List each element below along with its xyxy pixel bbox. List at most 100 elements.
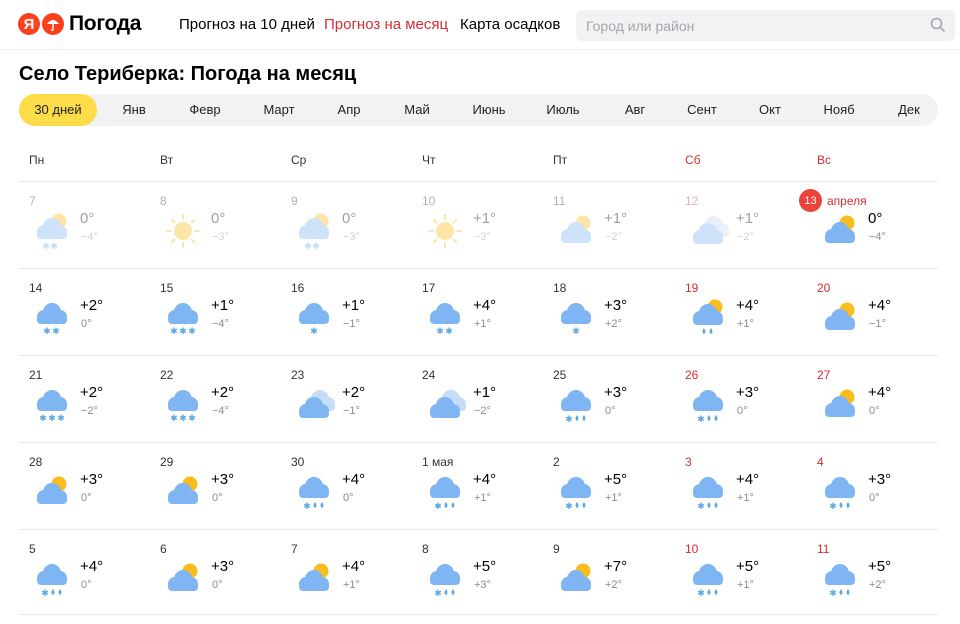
- day-cell[interactable]: 8 0° −3°: [150, 182, 281, 268]
- yandex-weather-logo[interactable]: Я Погода: [18, 12, 141, 36]
- day-temperature: +7°: [604, 558, 628, 575]
- day-date: 6: [160, 542, 167, 556]
- cloud-sleet-icon: ✱: [819, 471, 861, 513]
- cloudy-icon: [424, 384, 466, 426]
- day-temperature: 0°: [211, 210, 226, 227]
- month-tab[interactable]: Июль: [546, 94, 579, 126]
- svg-text:✱: ✱: [436, 327, 444, 337]
- night-temperature: −4°: [869, 231, 886, 243]
- day-cell[interactable]: 25 ✱ +3° 0°: [543, 356, 674, 442]
- day-date: 4: [817, 455, 824, 469]
- weekday-label: Пн: [29, 153, 45, 167]
- today-badge: 13: [799, 189, 822, 212]
- day-cell[interactable]: 15 ✱ ✱ ✱ +1° −4°: [150, 269, 281, 355]
- day-date: 14: [29, 281, 43, 295]
- day-temperature: +4°: [473, 297, 497, 314]
- night-temperature: 0°: [737, 405, 748, 417]
- day-cell[interactable]: 16 ✱ +1° −1°: [281, 269, 412, 355]
- day-cell[interactable]: 4 ✱ +3° 0°: [807, 443, 938, 529]
- day-cell[interactable]: 10 ✱ +5° +1°: [675, 530, 806, 616]
- month-tab[interactable]: Нояб: [823, 94, 854, 126]
- day-cell[interactable]: 19 +4° +1°: [675, 269, 806, 355]
- night-temperature: +1°: [605, 492, 622, 504]
- month-tab[interactable]: Май: [404, 94, 429, 126]
- night-temperature: 0°: [81, 318, 92, 330]
- day-cell[interactable]: 20 +4° −1°: [807, 269, 938, 355]
- day-cell[interactable]: 17 ✱ ✱ +4° +1°: [412, 269, 543, 355]
- day-date: 3: [685, 455, 692, 469]
- month-tab[interactable]: Авг: [625, 94, 645, 126]
- day-cell[interactable]: 5 ✱ +4° 0°: [19, 530, 150, 616]
- nav-forecast-10-days[interactable]: Прогноз на 10 дней: [179, 16, 315, 33]
- day-cell[interactable]: 10 +1° −3°: [412, 182, 543, 268]
- svg-text:✱: ✱: [445, 327, 453, 337]
- day-cell[interactable]: 22 ✱ ✱ ✱ +2° −4°: [150, 356, 281, 442]
- day-temperature: +4°: [868, 297, 892, 314]
- day-cell[interactable]: 14 ✱ ✱ +2° 0°: [19, 269, 150, 355]
- night-temperature: −2°: [605, 231, 622, 243]
- month-tab[interactable]: Март: [263, 94, 294, 126]
- day-temperature: +3°: [211, 558, 235, 575]
- day-cell[interactable]: 7 +4° +1°: [281, 530, 412, 616]
- svg-text:✱: ✱: [303, 502, 311, 512]
- search-icon[interactable]: [930, 17, 946, 33]
- day-cell[interactable]: 13 апреля 0° −4°: [799, 182, 938, 268]
- nav-forecast-month[interactable]: Прогноз на месяц: [324, 16, 448, 33]
- night-temperature: −3°: [343, 231, 360, 243]
- month-tab[interactable]: Сент: [687, 94, 717, 126]
- day-temperature: +3°: [604, 384, 628, 401]
- day-cell[interactable]: 24 +1° −2°: [412, 356, 543, 442]
- month-tab[interactable]: Дек: [898, 94, 920, 126]
- svg-text:✱: ✱: [434, 589, 442, 599]
- month-tab[interactable]: Янв: [122, 94, 145, 126]
- svg-text:✱: ✱: [42, 242, 50, 252]
- day-cell[interactable]: 12 +1° −2°: [675, 182, 806, 268]
- day-cell[interactable]: 3 ✱ +4° +1°: [675, 443, 806, 529]
- month-tab[interactable]: 30 дней: [19, 94, 97, 126]
- day-date: 26: [685, 368, 699, 382]
- svg-text:✱: ✱: [434, 502, 442, 512]
- day-cell[interactable]: 29 +3° 0°: [150, 443, 281, 529]
- day-temperature: +1°: [604, 210, 628, 227]
- day-cell[interactable]: 23 +2° −1°: [281, 356, 412, 442]
- day-temperature: +1°: [736, 210, 760, 227]
- day-date: 18: [553, 281, 567, 295]
- month-tab[interactable]: Февр: [189, 94, 220, 126]
- nav-precipitation-map[interactable]: Карта осадков: [460, 16, 560, 33]
- today-month-label: апреля: [827, 194, 867, 208]
- svg-text:✱: ✱: [41, 589, 49, 599]
- weekday-label: Вс: [817, 153, 832, 167]
- day-cell[interactable]: 21 ✱ ✱ ✱ +2° −2°: [19, 356, 150, 442]
- day-cell[interactable]: 11 +1° −2°: [543, 182, 674, 268]
- day-cell[interactable]: 9 ✱ ✱ 0° −3°: [281, 182, 412, 268]
- day-cell[interactable]: 27 +4° 0°: [807, 356, 938, 442]
- day-cell[interactable]: 9 +7° +2°: [543, 530, 674, 616]
- svg-text:✱: ✱: [697, 589, 705, 599]
- day-date: 20: [817, 281, 831, 295]
- svg-text:✱: ✱: [697, 502, 705, 512]
- day-cell[interactable]: 1 мая ✱ +4° +1°: [412, 443, 543, 529]
- night-temperature: −3°: [212, 231, 229, 243]
- search-input[interactable]: [576, 10, 955, 41]
- night-temperature: +1°: [737, 579, 754, 591]
- cloud-sleet-icon: ✱: [687, 384, 729, 426]
- day-cell[interactable]: 11 ✱ +5° +2°: [807, 530, 938, 616]
- month-tab[interactable]: Июнь: [472, 94, 505, 126]
- cloudy-icon: [293, 384, 335, 426]
- day-cell[interactable]: 28 +3° 0°: [19, 443, 150, 529]
- day-cell[interactable]: 2 ✱ +5° +1°: [543, 443, 674, 529]
- day-cell[interactable]: 30 ✱ +4° 0°: [281, 443, 412, 529]
- header: Я Погода Прогноз на 10 дней Прогноз на м…: [0, 0, 960, 50]
- day-date: 10: [685, 542, 699, 556]
- day-cell[interactable]: 18 ✱ +3° +2°: [543, 269, 674, 355]
- cloud-sleet-icon: ✱: [424, 471, 466, 513]
- svg-text:✱: ✱: [170, 414, 178, 424]
- day-cell[interactable]: 7 ✱ ✱ 0° −4°: [19, 182, 150, 268]
- day-cell[interactable]: 8 ✱ +5° +3°: [412, 530, 543, 616]
- month-tab[interactable]: Окт: [759, 94, 781, 126]
- umbrella-icon: [42, 13, 64, 35]
- month-tab[interactable]: Апр: [338, 94, 361, 126]
- night-temperature: 0°: [212, 579, 223, 591]
- day-cell[interactable]: 6 +3° 0°: [150, 530, 281, 616]
- day-cell[interactable]: 26 ✱ +3° 0°: [675, 356, 806, 442]
